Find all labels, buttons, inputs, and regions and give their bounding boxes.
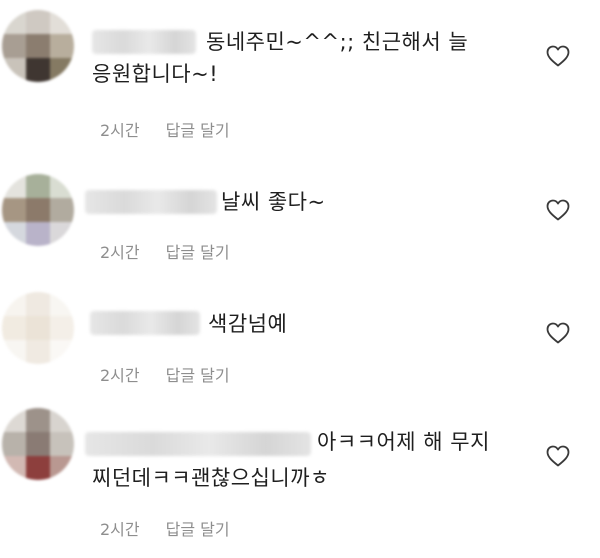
comment-timestamp: 2시간 [100, 121, 140, 140]
heart-outline-icon[interactable] [546, 45, 570, 67]
avatar[interactable] [2, 408, 74, 480]
comment-meta: 2시간 답글 달기 [100, 365, 230, 387]
username-blurred[interactable] [90, 311, 200, 335]
comment-text: 응원합니다~! [92, 62, 219, 86]
avatar[interactable] [2, 10, 74, 82]
avatar[interactable] [2, 174, 74, 246]
reply-button[interactable]: 답글 달기 [166, 519, 230, 541]
comment-meta: 2시간 답글 달기 [100, 519, 230, 541]
comment-text: 날씨 좋다~ [221, 190, 326, 214]
comment-text: 색감넘예 [208, 312, 288, 336]
reply-button[interactable]: 답글 달기 [166, 242, 230, 264]
comment-timestamp: 2시간 [100, 520, 140, 539]
reply-button[interactable]: 답글 달기 [166, 120, 230, 142]
comment-timestamp: 2시간 [100, 243, 140, 262]
comment-meta: 2시간 답글 달기 [100, 120, 230, 142]
heart-outline-icon[interactable] [546, 445, 570, 467]
heart-outline-icon[interactable] [546, 322, 570, 344]
avatar[interactable] [2, 292, 74, 364]
username-blurred[interactable] [85, 432, 311, 456]
heart-outline-icon[interactable] [546, 199, 570, 221]
username-blurred[interactable] [92, 30, 196, 54]
comment-meta: 2시간 답글 달기 [100, 242, 230, 264]
comment-timestamp: 2시간 [100, 366, 140, 385]
comment-text: 동네주민~^^;; 친근해서 늘 [206, 30, 469, 54]
comment-text: 찌던데ㅋㅋ괜찮으십니까ㅎ [92, 466, 330, 490]
comment-text: 아ㅋㅋ어제 해 무지 [317, 430, 490, 454]
username-blurred[interactable] [85, 190, 217, 214]
reply-button[interactable]: 답글 달기 [166, 365, 230, 387]
